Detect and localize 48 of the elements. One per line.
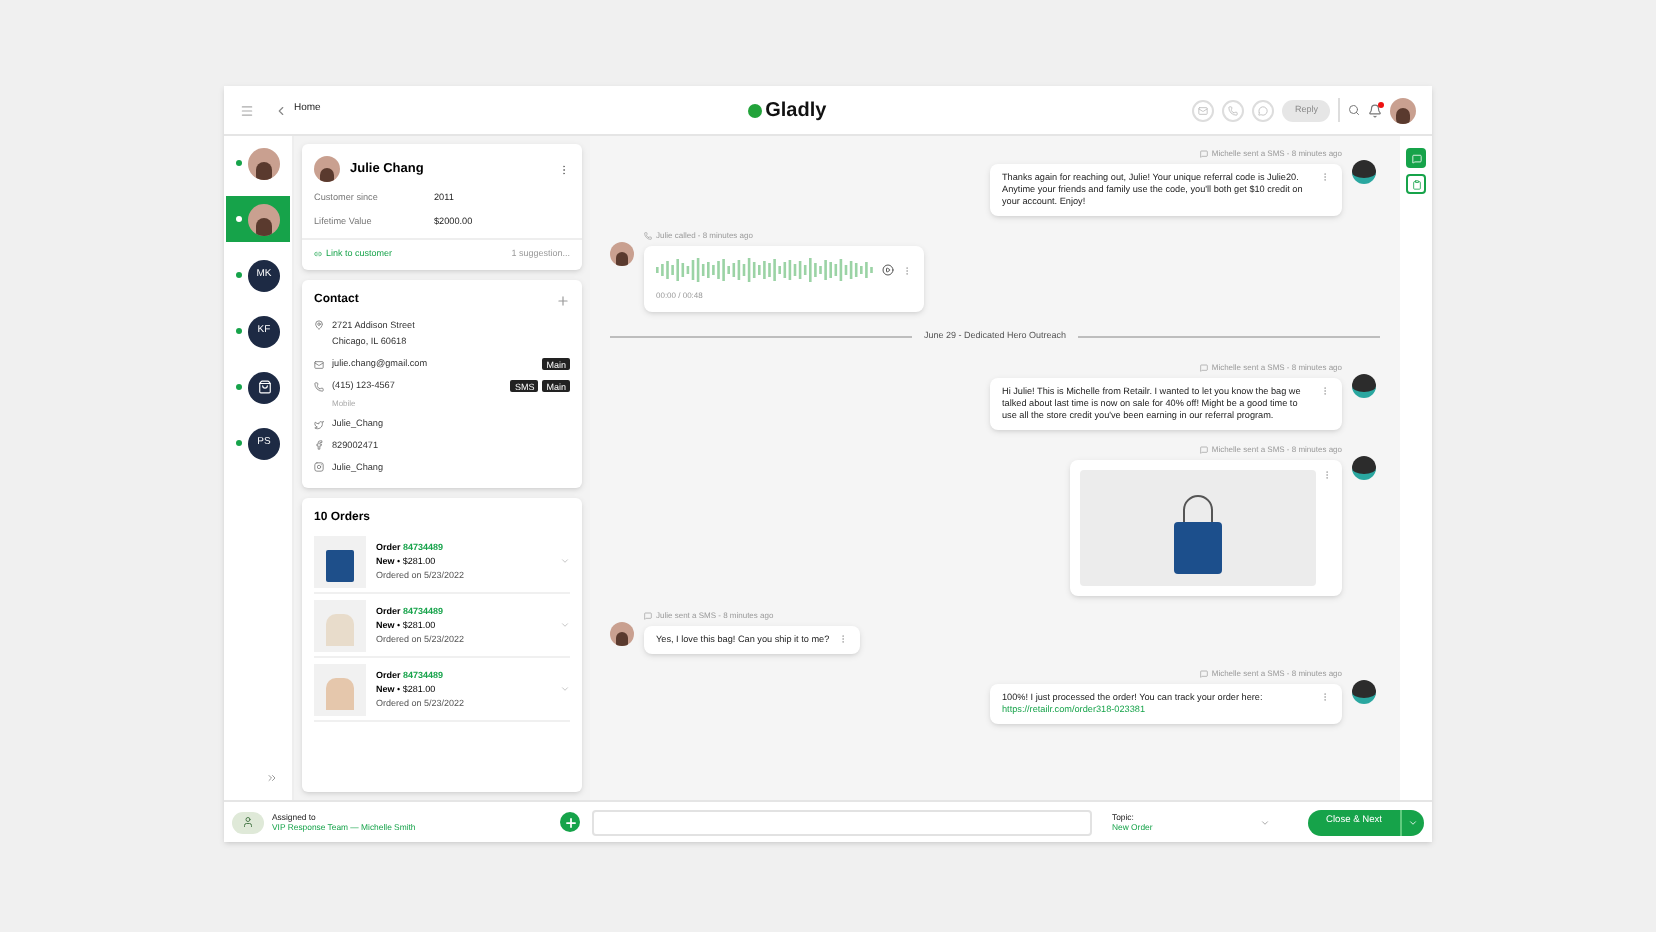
phone-icon	[644, 232, 652, 240]
search-icon[interactable]	[1348, 104, 1360, 116]
add-button[interactable]	[560, 812, 580, 832]
facebook-icon	[314, 440, 324, 451]
user-avatar	[1390, 97, 1416, 123]
chat-toggle-icon[interactable]	[1406, 148, 1426, 168]
tote-bag-drawing	[1172, 489, 1224, 574]
agent-avatar	[1352, 679, 1376, 704]
twitter-icon	[314, 419, 324, 430]
topic-dropdown-icon[interactable]	[1260, 817, 1270, 827]
notifications-icon[interactable]	[1368, 103, 1382, 117]
address-icon	[314, 320, 324, 331]
expand-icon[interactable]	[560, 620, 570, 631]
sms-icon	[1199, 669, 1208, 678]
email-icon[interactable]	[1198, 105, 1209, 115]
chat-icon[interactable]	[1258, 105, 1269, 115]
play-icon[interactable]	[882, 264, 894, 276]
product-thumbnail	[314, 599, 366, 652]
expand-icon[interactable]	[560, 684, 570, 695]
expand-icon[interactable]	[560, 556, 570, 567]
customer-avatar	[610, 242, 634, 266]
product-thumbnail	[314, 663, 366, 716]
avatar-photo	[248, 203, 280, 235]
sms-icon	[1199, 363, 1208, 372]
phone-icon[interactable]	[1228, 105, 1239, 115]
expand-icon[interactable]	[266, 772, 278, 784]
add-icon[interactable]	[556, 293, 570, 308]
agent-avatar	[1352, 373, 1376, 398]
back-icon[interactable]	[274, 103, 288, 117]
message-input[interactable]	[592, 809, 1092, 835]
sms-icon	[1199, 445, 1208, 454]
instagram-icon	[314, 462, 324, 473]
team-avatar	[232, 811, 264, 833]
sms-icon	[644, 611, 652, 620]
customer-avatar	[314, 156, 340, 182]
customer-avatar	[610, 621, 634, 646]
phone-icon	[314, 381, 324, 392]
avatar-photo	[248, 147, 280, 179]
caret-icon	[1408, 817, 1418, 827]
email-icon	[314, 359, 324, 370]
agent-avatar	[1352, 160, 1376, 184]
logo: Gladly	[765, 97, 827, 125]
sms-icon	[1199, 150, 1208, 158]
product-thumbnail	[314, 535, 366, 588]
notes-toggle-icon[interactable]	[1406, 174, 1426, 194]
menu-icon[interactable]	[240, 103, 254, 117]
bag-icon	[257, 380, 271, 394]
agent-avatar	[1352, 455, 1376, 480]
